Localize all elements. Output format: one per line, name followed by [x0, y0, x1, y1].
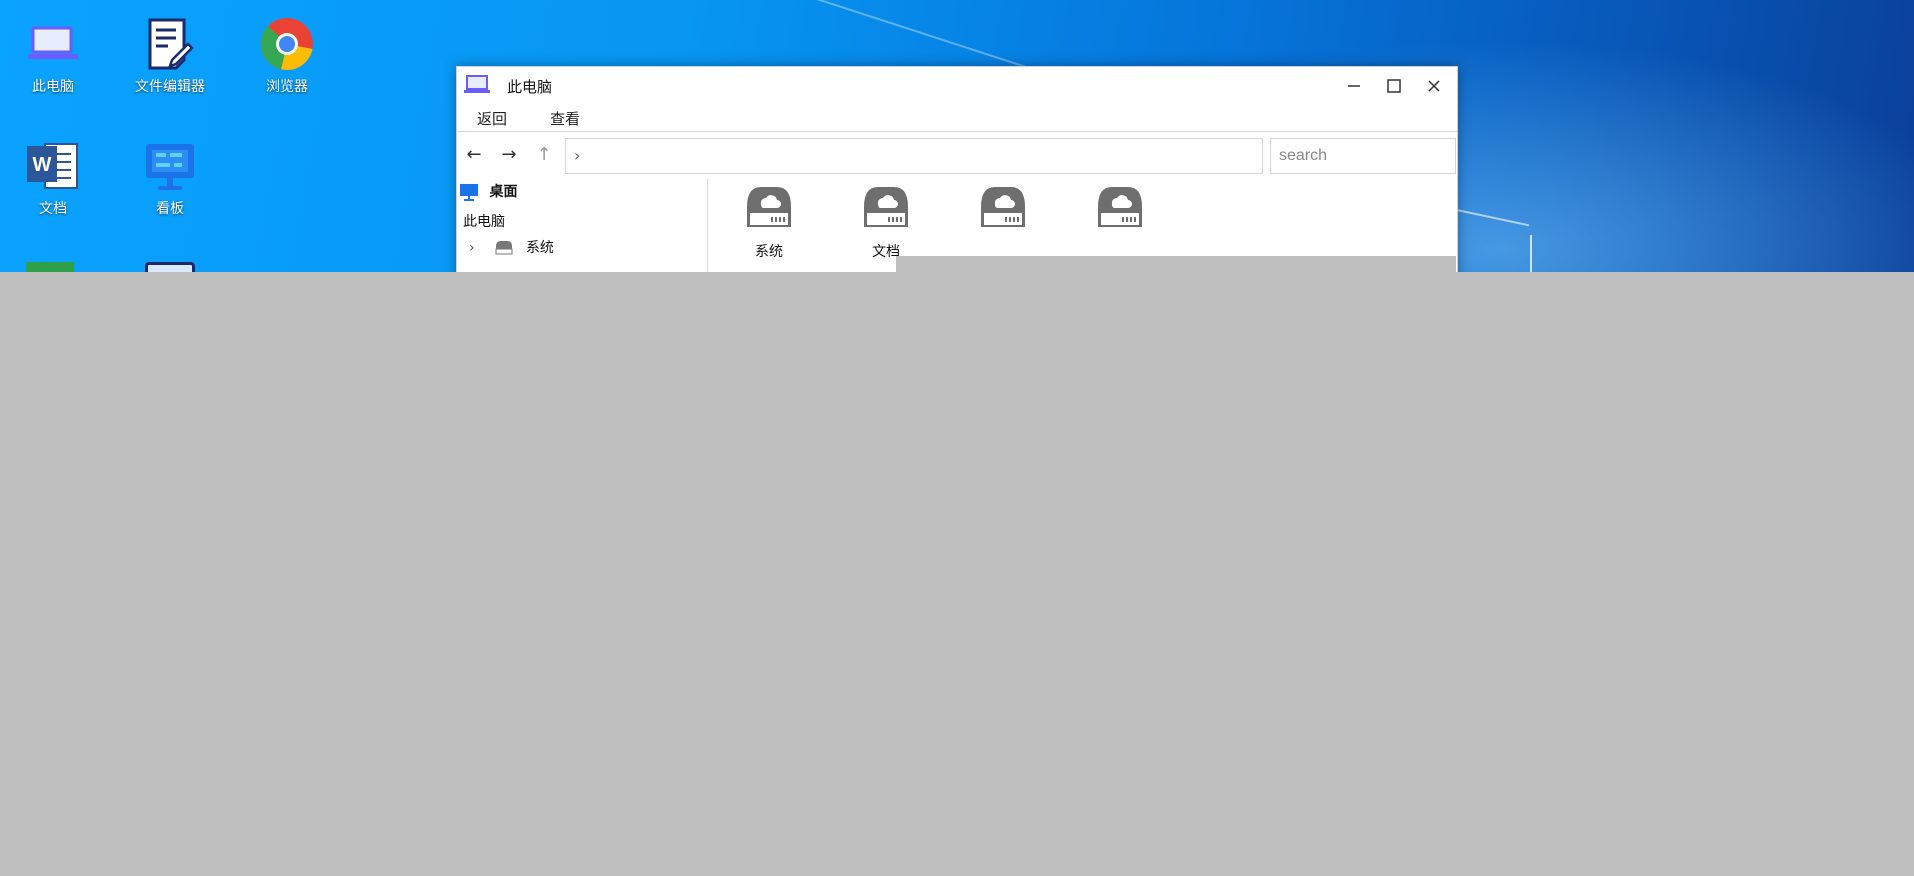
drive-icon — [495, 241, 513, 255]
menu-view[interactable]: 查看 — [550, 108, 580, 129]
cloud-drive-icon — [981, 187, 1025, 227]
desktop-icon-file-editor[interactable]: 文件编辑器 — [122, 0, 218, 100]
chrome-browser-icon — [259, 16, 315, 72]
drive-item[interactable] — [963, 185, 1043, 241]
chevron-right-icon: › — [574, 146, 581, 165]
close-icon — [1428, 80, 1440, 92]
maximize-button[interactable] — [1375, 71, 1413, 101]
address-bar[interactable]: › — [565, 138, 1263, 174]
menu-back[interactable]: 返回 — [477, 108, 507, 129]
desktop-icon-label: 看板 — [156, 201, 184, 217]
laptop-icon — [25, 16, 81, 72]
maximize-icon — [1387, 79, 1401, 93]
desktop-icon-kanban[interactable]: 看板 — [122, 122, 218, 222]
cloud-drive-icon — [747, 187, 791, 227]
drive-label: 系统 — [755, 244, 783, 260]
desktop-icon-label: 文档 — [39, 201, 67, 217]
title-bar[interactable]: 此电脑 — [457, 67, 1457, 105]
sidebar-item-label: 系统 — [525, 240, 554, 256]
cloud-drive-icon — [864, 187, 908, 227]
desktop-icon-browser[interactable]: 浏览器 — [239, 0, 335, 100]
word-document-icon: W — [25, 138, 81, 194]
minimize-icon — [1348, 85, 1360, 87]
sidebar-item-this-pc[interactable]: 此电脑 — [463, 211, 505, 231]
search-input[interactable]: search — [1270, 138, 1456, 174]
back-arrow-icon[interactable]: ← — [463, 144, 485, 166]
drive-item[interactable]: 文档 — [846, 185, 926, 261]
drive-item[interactable]: 系统 — [729, 185, 809, 261]
laptop-icon — [463, 74, 491, 100]
menu-bar: 返回 查看 — [457, 105, 1457, 132]
document-edit-icon — [142, 16, 198, 72]
desktop-icon-label: 文件编辑器 — [135, 79, 205, 95]
up-arrow-icon[interactable]: ↑ — [533, 144, 555, 166]
spreadsheet-icon[interactable] — [26, 262, 74, 272]
light-beam — [1530, 235, 1532, 272]
close-button[interactable] — [1415, 71, 1453, 101]
sidebar-item-desktop[interactable]: 桌面 — [459, 181, 517, 201]
desktop-icon-this-pc[interactable]: 此电脑 — [5, 0, 101, 100]
drive-item[interactable] — [1080, 185, 1160, 241]
cloud-drive-icon — [1098, 187, 1142, 227]
desktop-icon-document[interactable]: W 文档 — [5, 122, 101, 222]
minimize-button[interactable] — [1335, 71, 1373, 101]
file-icon[interactable] — [145, 262, 195, 272]
navigation-bar: ← → ↑ › search — [457, 132, 1457, 178]
occlusion-mask — [896, 256, 1456, 272]
sidebar-item-system[interactable]: › 系统 — [469, 237, 554, 257]
svg-text:W: W — [33, 154, 52, 176]
occlusion-mask — [0, 272, 1914, 876]
forward-arrow-icon[interactable]: → — [498, 144, 520, 166]
sidebar-item-label: 桌面 — [489, 184, 518, 200]
desktop-icon-label: 此电脑 — [32, 79, 74, 95]
desktop-icon-label: 浏览器 — [266, 79, 308, 95]
window-title: 此电脑 — [507, 78, 553, 96]
chevron-right-icon[interactable]: › — [469, 240, 487, 256]
kanban-board-icon — [142, 138, 198, 194]
monitor-icon — [460, 184, 478, 201]
